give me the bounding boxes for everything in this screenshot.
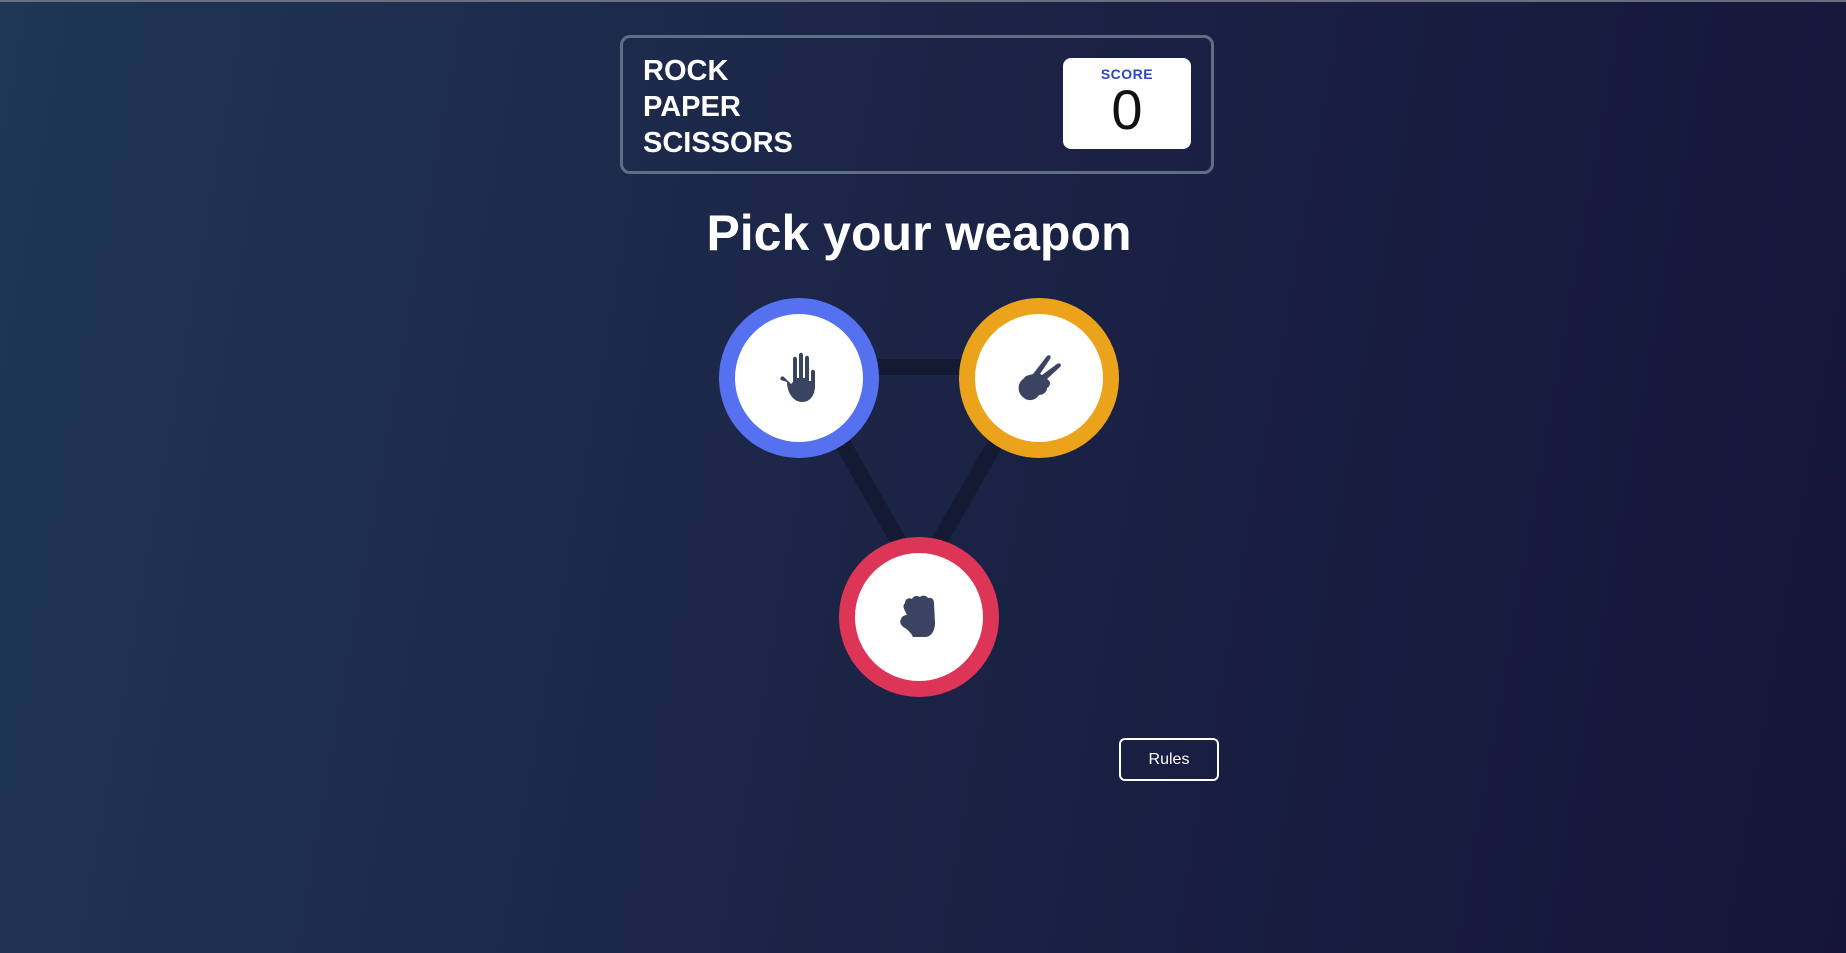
scissors-choice-button[interactable] [959,298,1119,458]
rules-button[interactable]: Rules [1119,738,1219,781]
rock-choice-button[interactable] [839,537,999,697]
choice-connector-triangle [791,359,1047,585]
hand-rock-icon [900,595,935,637]
hand-scissors-icon [1018,355,1061,401]
hand-paper-icon [780,352,815,402]
paper-choice-button[interactable] [719,298,879,458]
